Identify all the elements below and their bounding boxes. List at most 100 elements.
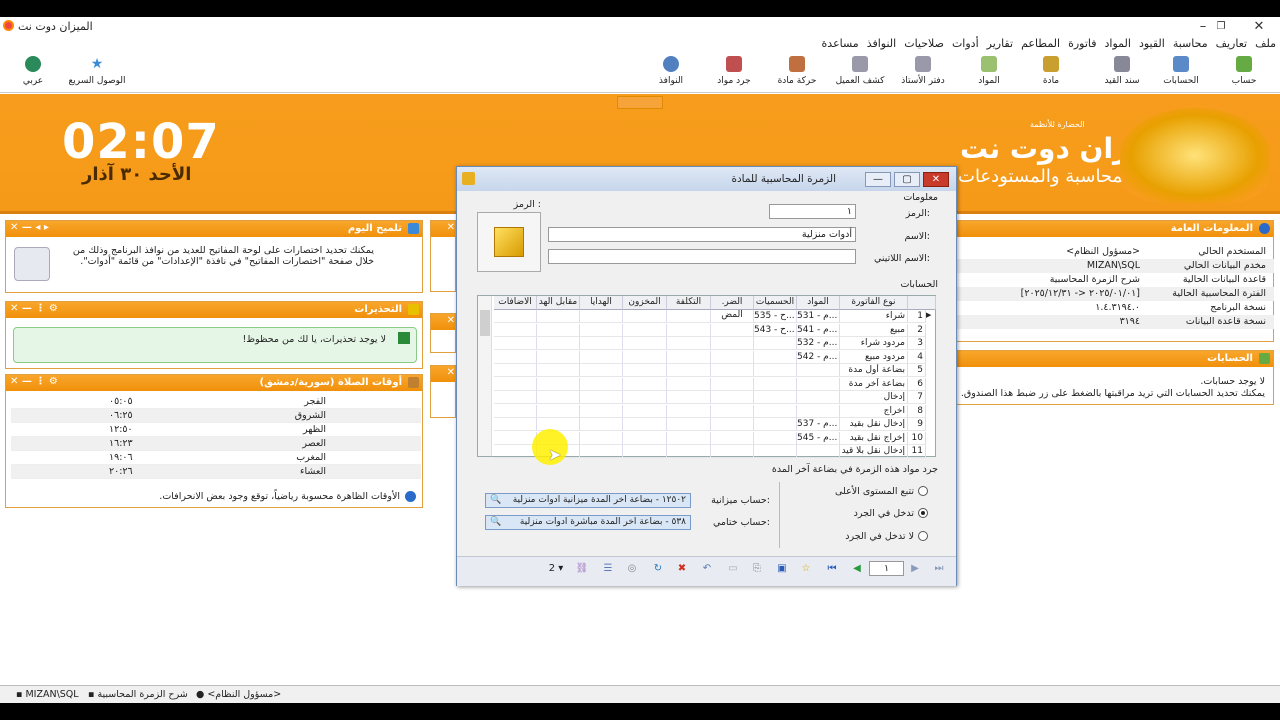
previous-record-icon[interactable]: ◀ [850, 562, 864, 576]
grid-cell[interactable] [623, 337, 667, 350]
undo-icon[interactable]: ↶ [700, 562, 714, 576]
toolbar-accounts-button[interactable]: الحسابات [1152, 53, 1210, 86]
menu-item[interactable]: المواد [1105, 37, 1131, 53]
grid-cell[interactable] [754, 391, 797, 404]
material-image[interactable] [477, 212, 541, 272]
grid-cell[interactable] [580, 431, 623, 445]
search-icon[interactable]: 🔍 [490, 517, 501, 527]
grid-cell[interactable]: إدخال نقل بلا قيد [840, 445, 908, 458]
grid-column-header[interactable]: الهدايا [580, 296, 623, 310]
grid-cell[interactable] [711, 404, 754, 418]
grid-cell[interactable] [494, 350, 537, 364]
grid-cell[interactable] [580, 323, 623, 337]
toolbar-windows-button[interactable]: النوافذ [642, 53, 700, 86]
grid-cell[interactable] [494, 337, 537, 350]
grid-cell[interactable]: 542 - م... [797, 350, 840, 364]
radio-include-inventory[interactable] [918, 508, 928, 518]
grid-cell[interactable] [494, 364, 537, 377]
grid-cell[interactable] [711, 350, 754, 364]
last-record-icon[interactable]: ⏭ [932, 562, 946, 576]
grid-cell[interactable] [580, 377, 623, 391]
grid-cell[interactable] [754, 431, 797, 445]
restore-button[interactable]: ❐ [1207, 17, 1235, 37]
grid-column-header[interactable]: التكلفة [667, 296, 711, 310]
name-field[interactable]: أدوات منزلية [548, 227, 856, 242]
toolbar-inventory-button[interactable]: جرد مواد [705, 53, 763, 86]
new-icon[interactable]: ▭ [726, 562, 740, 576]
grid-column-header[interactable]: المخزون [623, 296, 667, 310]
grid-cell[interactable] [667, 418, 711, 431]
grid-column-header[interactable]: المواد [797, 296, 840, 310]
close-button[interactable]: ✕ [1245, 17, 1273, 37]
count-dropdown[interactable]: 2 ▾ [545, 562, 567, 576]
toolbar-ledger-button[interactable]: دفتر الأستاذ [894, 53, 952, 86]
panel-controls[interactable]: ✕ — ⋮ ⚙ [10, 303, 58, 314]
grid-cell[interactable] [711, 364, 754, 377]
grid-column-header[interactable]: الضر. المض [711, 296, 754, 320]
grid-cell[interactable] [494, 377, 537, 391]
grid-cell[interactable] [580, 404, 623, 418]
menu-item[interactable]: أدوات [952, 37, 979, 53]
grid-cell[interactable]: شراء [840, 310, 908, 323]
menu-item[interactable]: صلاحيات [904, 37, 944, 53]
record-number-field[interactable]: ١ [869, 561, 904, 576]
grid-cell[interactable] [754, 350, 797, 364]
menu-item[interactable]: ملف [1255, 37, 1276, 53]
grid-cell[interactable] [537, 323, 580, 337]
grid-cell[interactable]: 545 - م... [797, 431, 840, 445]
grid-cell[interactable] [580, 337, 623, 350]
first-record-icon[interactable]: ⏮ [825, 562, 839, 576]
grid-cell[interactable] [623, 445, 667, 458]
grid-column-header[interactable]: الاضافات [494, 296, 537, 310]
toolbar-account-button[interactable]: حساب [1215, 53, 1273, 86]
dialog-minimize-button[interactable]: — [865, 172, 891, 187]
grid-cell[interactable] [754, 404, 797, 418]
grid-cell[interactable]: 531 - م... [797, 310, 840, 323]
grid-cell[interactable]: 535 - ح... [754, 310, 797, 323]
panel-controls[interactable]: ✕ — ◂ ▸ [10, 222, 49, 233]
grid-cell[interactable]: مردود شراء [840, 337, 908, 350]
toolbar-entry-button[interactable]: سند القيد [1093, 53, 1151, 86]
grid-cell[interactable] [667, 377, 711, 391]
copy-icon[interactable]: ⎘ [750, 562, 764, 576]
grid-cell[interactable] [667, 323, 711, 337]
grid-cell[interactable]: مبيع [840, 323, 908, 337]
grid-column-header[interactable]: الحسميات [754, 296, 797, 310]
grid-cell[interactable] [754, 364, 797, 377]
grid-cell[interactable] [580, 418, 623, 431]
menu-item[interactable]: تعاريف [1216, 37, 1247, 53]
grid-cell[interactable]: بضاعة أول مدة [840, 364, 908, 377]
grid-cell[interactable] [580, 445, 623, 458]
grid-cell[interactable] [580, 391, 623, 404]
menu-item[interactable]: مساعدة [822, 37, 859, 53]
grid-cell[interactable] [667, 445, 711, 458]
grid-cell[interactable] [711, 431, 754, 445]
grid-cell[interactable] [711, 391, 754, 404]
dialog-maximize-button[interactable]: ▢ [894, 172, 920, 187]
toolbar-materials-button[interactable]: المواد [960, 53, 1018, 86]
toolbar-quick-access-button[interactable]: ★ الوصول السريع [66, 53, 128, 86]
menu-item[interactable]: محاسبة [1173, 37, 1208, 53]
grid-cell[interactable] [797, 404, 840, 418]
grid-cell[interactable] [623, 404, 667, 418]
grid-cell[interactable]: 537 - م... [797, 418, 840, 431]
menu-item[interactable]: فاتورة [1068, 37, 1096, 53]
grid-cell[interactable] [580, 310, 623, 323]
latin-name-field[interactable] [548, 249, 856, 264]
grid-cell[interactable] [711, 323, 754, 337]
grid-cell[interactable]: اخراج [840, 404, 908, 418]
grid-cell[interactable] [494, 404, 537, 418]
grid-cell[interactable]: بضاعة آخر مدة [840, 377, 908, 391]
grid-cell[interactable]: إدخال [840, 391, 908, 404]
grid-cell[interactable] [494, 445, 537, 458]
grid-cell[interactable] [494, 323, 537, 337]
toolbar-material-movement-button[interactable]: حركة مادة [768, 53, 826, 86]
grid-cell[interactable]: إخراج نقل بقيد [840, 431, 908, 445]
grid-cell[interactable] [797, 364, 840, 377]
grid-cell[interactable] [754, 377, 797, 391]
toolbar-material-button[interactable]: مادة [1022, 53, 1080, 86]
grid-cell[interactable] [580, 364, 623, 377]
grid-cell[interactable] [711, 445, 754, 458]
menu-item[interactable]: تقارير [987, 37, 1013, 53]
grid-cell[interactable] [667, 404, 711, 418]
